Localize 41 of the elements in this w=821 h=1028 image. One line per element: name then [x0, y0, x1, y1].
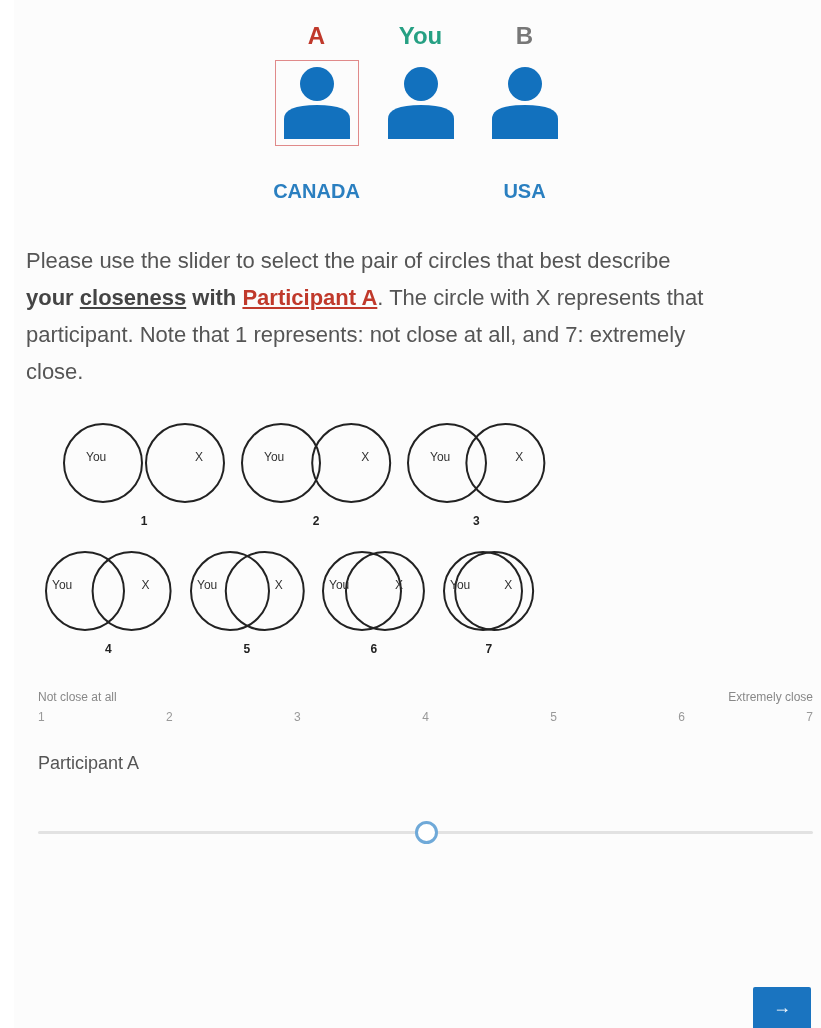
option-number: 7 [485, 641, 493, 658]
option-number: 5 [243, 641, 251, 658]
tick-label: 1 [38, 709, 45, 726]
circle-label: You [430, 450, 451, 464]
circle-label: You [196, 578, 217, 592]
country-label: USA [503, 179, 546, 202]
tick-label: 2 [166, 709, 173, 726]
person-icon [490, 67, 559, 139]
slider-label: Participant A [38, 752, 140, 775]
slider-thumb[interactable] [414, 821, 438, 844]
tick-label: 5 [550, 709, 557, 726]
circle-label: X [274, 578, 283, 592]
circle-label: X [195, 450, 203, 464]
circle-label: X [515, 450, 524, 464]
circle-label: X [504, 578, 513, 592]
option-number: 2 [312, 513, 320, 530]
option-number: 3 [473, 513, 480, 530]
circle-label: You [52, 578, 73, 592]
circle-label: X [141, 578, 150, 592]
option-number: 1 [140, 513, 148, 530]
tick-label: 7 [806, 709, 813, 726]
participant-label: B [515, 21, 534, 48]
scale-max-label: Extremely close [728, 689, 813, 706]
instruction-text: Please use the slider to select the pair of circles that best describe your closeness with Participant A. The circle with X represents that participant. Note that 1 represents: not close at all, and 7: extremely close. [26, 247, 705, 386]
next-button[interactable]: → [753, 987, 811, 1028]
selected-avatar-frame[interactable] [274, 60, 359, 146]
person-icon [386, 67, 455, 139]
person-icon [282, 67, 351, 139]
option-number: 4 [104, 641, 112, 658]
tick-label: 4 [422, 709, 429, 726]
scale-min-label: Not close at all [38, 689, 117, 706]
participant-label: A [307, 21, 326, 48]
country-label: CANADA [273, 179, 360, 202]
circle-label: You [264, 450, 285, 464]
circle-label: X [361, 450, 370, 464]
tick-label: 6 [678, 709, 685, 726]
tick-label: 3 [294, 709, 301, 726]
option-number: 6 [370, 641, 378, 658]
participant-label: You [398, 21, 443, 48]
slider-track[interactable] [38, 821, 813, 844]
circle-label: You [86, 450, 107, 464]
